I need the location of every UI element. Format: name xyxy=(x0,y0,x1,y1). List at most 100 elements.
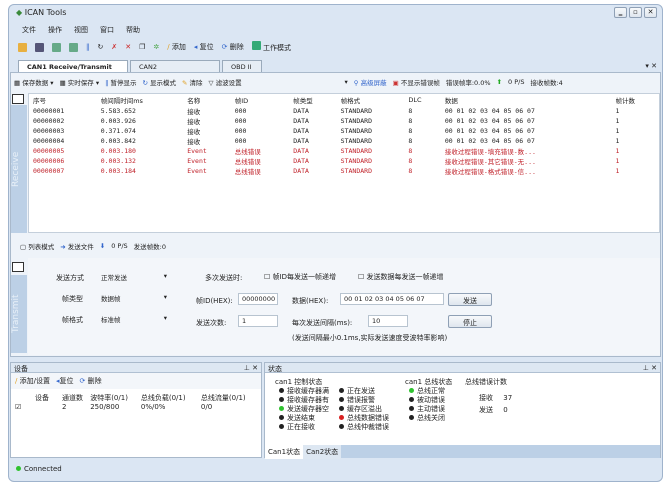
list-mode-button[interactable]: ▢ 列表模式 xyxy=(20,241,54,251)
copy-icon[interactable]: ❐ xyxy=(139,43,145,51)
menu-operate[interactable]: 操作 xyxy=(48,25,62,35)
open-icon[interactable] xyxy=(18,42,27,52)
column-header[interactable]: 序号 xyxy=(29,94,97,106)
tx-error-count: 0 xyxy=(503,406,508,414)
column-header[interactable]: 帧ID xyxy=(231,94,290,106)
table-row[interactable]: 00000001 5.583.652 接收 000 DATA STANDARD 8 00 01… xyxy=(29,106,659,116)
work-mode-button[interactable]: 工作模式 xyxy=(251,41,291,53)
reset-button[interactable]: ◂ 复位 xyxy=(194,42,214,52)
save-data-button[interactable]: ▦ 保存数据 ▾ xyxy=(14,77,54,87)
refresh-icon[interactable]: ↻ xyxy=(98,43,104,51)
inc-data-checkbox[interactable]: ☐ 发送数据每发送一帧递增 xyxy=(358,272,444,282)
device-row[interactable]: ☑ 2 250/800 0%/0% 0/0 xyxy=(11,403,261,411)
add-button[interactable]: / 添加 xyxy=(167,42,186,52)
column-header[interactable]: 帧间隔时间ms xyxy=(97,94,184,106)
send-count-input[interactable]: 1 xyxy=(238,315,278,327)
table-cell: 8 xyxy=(408,117,413,125)
send-file-button[interactable]: ➜ 发送文件 xyxy=(60,241,94,251)
table-row[interactable]: 00000002 0.003.926 接收 000 DATA STANDARD 8 00 01… xyxy=(29,116,659,126)
table-cell: 00000006 xyxy=(33,157,65,165)
interval-input[interactable]: 10 xyxy=(368,315,408,327)
menu-view[interactable]: 视图 xyxy=(74,25,88,35)
transmit-pane-icon[interactable] xyxy=(12,262,24,272)
minimize-button[interactable]: ‗ xyxy=(614,7,627,18)
table-cell: 0.003.184 xyxy=(100,167,136,175)
advanced-mask-button[interactable]: ⚲ 高级屏蔽 xyxy=(354,77,387,87)
table-cell: 8 xyxy=(408,137,413,145)
column-header[interactable]: DLC xyxy=(404,94,440,106)
indicator-dot-icon xyxy=(279,406,284,411)
device-reset-button[interactable]: ◂复位 xyxy=(56,376,74,386)
inc-id-checkbox[interactable]: ☐ 帧ID每发送一帧递增 xyxy=(264,272,336,282)
cut-icon[interactable]: ✗ xyxy=(111,43,117,51)
receive-pane-icon[interactable] xyxy=(12,94,24,104)
table-row[interactable]: 00000004 0.003.842 接收 000 DATA STANDARD 8 00 01… xyxy=(29,136,659,146)
menu-file[interactable]: 文件 xyxy=(22,25,36,35)
device-delete-button[interactable]: ⟳ 删除 xyxy=(79,376,101,386)
table-cell: STANDARD xyxy=(340,147,372,155)
tab-obd[interactable]: OBD II xyxy=(222,60,262,72)
table-row[interactable]: 00000007 0.003.184 Event 总线错误 DATA STANDARD 8 接… xyxy=(29,166,659,176)
status-pin-close-icon[interactable]: ⊥ ✕ xyxy=(643,364,657,372)
status-indicator: 缓存区溢出 xyxy=(339,404,389,413)
tab-can2-status[interactable]: Can2状态 xyxy=(303,444,342,459)
table-row[interactable]: 00000003 0.371.074 接收 000 DATA STANDARD 8 00 01… xyxy=(29,126,659,136)
interval-note: (发送间隔最小0.1ms,实际发送速度受波特率影响) xyxy=(292,334,448,342)
rx-error-label: 接收 xyxy=(479,394,493,402)
column-header[interactable]: 名称 xyxy=(183,94,231,106)
delete-icon[interactable]: ✕ xyxy=(125,43,131,51)
column-header[interactable]: 帧计数 xyxy=(612,94,659,106)
frame-format-select[interactable]: 标准帧 ▾ xyxy=(98,313,170,325)
menu-help[interactable]: 帮助 xyxy=(126,25,140,35)
frame-type-select[interactable]: 数据帧 ▾ xyxy=(98,292,170,304)
stop-button[interactable]: 停止 xyxy=(448,315,492,328)
maximize-button[interactable]: ▫ xyxy=(629,7,642,18)
pause-icon[interactable]: ‖ xyxy=(86,43,90,51)
pin-close-icon[interactable]: ⊥ ✕ xyxy=(244,364,258,372)
delete-button[interactable]: ⟳ 删除 xyxy=(222,42,244,52)
column-header[interactable]: 帧格式 xyxy=(337,94,405,106)
table-cell: DATA xyxy=(293,107,309,115)
device-icon[interactable] xyxy=(52,42,61,52)
tab-close-icon[interactable]: ▾ ✕ xyxy=(645,62,657,70)
connection-indicator-icon xyxy=(16,466,21,471)
settings-icon[interactable]: ✲ xyxy=(153,43,159,51)
menu-window[interactable]: 窗口 xyxy=(100,25,114,35)
table-cell: 接收过程错误-其它错误-无... xyxy=(444,158,536,166)
tab-can2[interactable]: CAN2 Receive/Transmit xyxy=(130,60,220,79)
data-input[interactable]: 00 01 02 03 04 05 06 07 xyxy=(340,293,444,305)
device-add-button[interactable]: / 添加/设置 xyxy=(15,376,50,386)
table-row[interactable]: 00000006 0.003.132 Event 总线错误 DATA STANDARD 8 接… xyxy=(29,156,659,166)
table-cell: 接收 xyxy=(187,138,201,146)
add-label: 添加 xyxy=(171,43,186,51)
filter-button[interactable]: ▽ 滤波设置 xyxy=(209,77,339,87)
hide-error-button[interactable]: ▣ 不显示错误帧 xyxy=(393,77,440,87)
frame-id-input[interactable]: 00000000 xyxy=(238,293,278,305)
clear-button[interactable]: ✎ 清除 xyxy=(182,77,203,87)
load-col-header: 总线负载(0/1) xyxy=(140,394,186,402)
tab-can1[interactable]: CAN1 Receive/Transmit xyxy=(18,60,128,72)
send-mode-label: 发送方式 xyxy=(56,274,84,282)
table-cell: 总线错误 xyxy=(234,148,261,156)
tab-can1-status[interactable]: Can1状态 xyxy=(265,444,304,459)
device-checkbox[interactable]: ☑ xyxy=(11,403,62,411)
device2-icon[interactable] xyxy=(69,42,78,52)
display-mode-button[interactable]: ↻ 显示模式 xyxy=(142,77,176,87)
table-cell: 8 xyxy=(408,127,413,135)
table-row[interactable]: 00000005 0.003.180 Event 总线错误 DATA STANDARD 8 接… xyxy=(29,146,659,156)
filter-dropdown[interactable]: ▾ xyxy=(345,78,348,86)
pause-display-button[interactable]: ‖ 暂停显示 xyxy=(105,77,136,87)
menu-bar: 文件 操作 视图 窗口 帮助 xyxy=(22,25,140,35)
indicator-dot-icon xyxy=(339,415,344,420)
transmit-form: 发送方式 正常发送 ▾ 帧类型 数据帧 ▾ 帧格式 标准帧 ▾ 多次发送时: ☐ 帧I… xyxy=(28,258,660,355)
column-header[interactable]: 数据 xyxy=(441,94,612,106)
realtime-save-button[interactable]: ▦ 实时保存 ▾ xyxy=(60,77,100,87)
send-mode-select[interactable]: 正常发送 ▾ xyxy=(98,271,170,283)
close-button[interactable]: ✕ xyxy=(644,7,657,18)
table-cell: STANDARD xyxy=(340,107,372,115)
send-button[interactable]: 发送 xyxy=(448,293,492,306)
table-cell: 1 xyxy=(615,137,620,145)
column-header[interactable]: 帧类型 xyxy=(289,94,336,106)
save-icon[interactable] xyxy=(35,42,44,52)
table-cell: 1 xyxy=(615,157,620,165)
